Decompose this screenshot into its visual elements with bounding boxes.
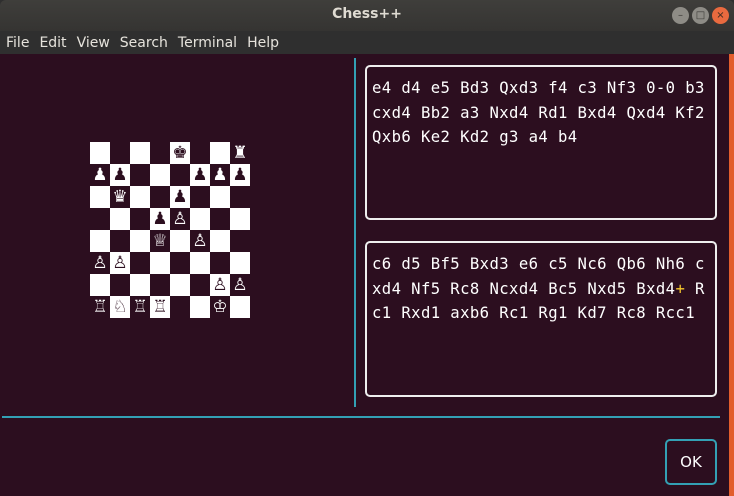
square-f4[interactable]: ♙	[190, 230, 210, 252]
square-e3[interactable]	[170, 252, 190, 274]
square-f3[interactable]	[190, 252, 210, 274]
menu-edit[interactable]: Edit	[39, 35, 66, 51]
square-c3[interactable]	[130, 252, 150, 274]
square-h2[interactable]: ♙	[230, 274, 250, 296]
square-b6[interactable]: ♛	[110, 186, 130, 208]
square-c4[interactable]	[130, 230, 150, 252]
minimize-icon[interactable]: –	[672, 7, 689, 24]
square-d3[interactable]	[150, 252, 170, 274]
square-b1[interactable]: ♘	[110, 296, 130, 318]
square-h3[interactable]	[230, 252, 250, 274]
square-d2[interactable]	[150, 274, 170, 296]
square-a7[interactable]: ♟	[90, 164, 110, 186]
check-mark: +	[675, 279, 686, 298]
square-e6[interactable]: ♟	[170, 186, 190, 208]
square-g6[interactable]	[210, 186, 230, 208]
menu-file[interactable]: File	[6, 35, 29, 51]
square-e4[interactable]	[170, 230, 190, 252]
square-g7[interactable]: ♟	[210, 164, 230, 186]
square-c1[interactable]: ♖	[130, 296, 150, 318]
square-h1[interactable]	[230, 296, 250, 318]
square-g5[interactable]	[210, 208, 230, 230]
square-a8[interactable]	[90, 142, 110, 164]
square-a3[interactable]: ♙	[90, 252, 110, 274]
ok-button[interactable]: OK	[665, 439, 717, 485]
square-c7[interactable]	[130, 164, 150, 186]
square-e7[interactable]	[170, 164, 190, 186]
white-moves-text: e4 d4 e5 Bd3 Qxd3 f4 c3 Nf3 0-0 b3 cxd4 …	[372, 79, 705, 146]
square-a5[interactable]	[90, 208, 110, 230]
chess-board: ♚ ♜ ♟ ♟ ♟ ♟ ♟ ♛ ♟ ♟ ♙ ♕ ♙ ♙ ♙ ♙ ♙ ♖ ♘ ♖ ♖ ♔	[90, 142, 250, 318]
square-c8[interactable]	[130, 142, 150, 164]
horizontal-divider	[2, 416, 720, 418]
square-c6[interactable]	[130, 186, 150, 208]
square-d6[interactable]	[150, 186, 170, 208]
square-c5[interactable]	[130, 208, 150, 230]
square-b2[interactable]	[110, 274, 130, 296]
square-g2[interactable]: ♙	[210, 274, 230, 296]
square-c2[interactable]	[130, 274, 150, 296]
square-f6[interactable]	[190, 186, 210, 208]
square-g1[interactable]: ♔	[210, 296, 230, 318]
square-b7[interactable]: ♟	[110, 164, 130, 186]
square-f7[interactable]: ♟	[190, 164, 210, 186]
square-d7[interactable]	[150, 164, 170, 186]
maximize-icon[interactable]: □	[692, 7, 709, 24]
square-d8[interactable]	[150, 142, 170, 164]
square-d5[interactable]: ♟	[150, 208, 170, 230]
square-d1[interactable]: ♖	[150, 296, 170, 318]
square-f1[interactable]	[190, 296, 210, 318]
square-a2[interactable]	[90, 274, 110, 296]
title-bar: Chess++ – □ ×	[0, 0, 734, 31]
square-a1[interactable]: ♖	[90, 296, 110, 318]
square-f2[interactable]	[190, 274, 210, 296]
window-title: Chess++	[332, 6, 402, 22]
square-f5[interactable]	[190, 208, 210, 230]
square-g3[interactable]	[210, 252, 230, 274]
black-moves-box: c6 d5 Bf5 Bxd3 e6 c5 Nc6 Qb6 Nh6 cxd4 Nf…	[365, 241, 717, 397]
square-h4[interactable]	[230, 230, 250, 252]
square-b4[interactable]	[110, 230, 130, 252]
menu-view[interactable]: View	[77, 35, 110, 51]
square-h6[interactable]	[230, 186, 250, 208]
square-h8[interactable]: ♜	[230, 142, 250, 164]
square-h5[interactable]	[230, 208, 250, 230]
menu-help[interactable]: Help	[247, 35, 279, 51]
window-edge	[729, 54, 734, 496]
square-f8[interactable]	[190, 142, 210, 164]
square-e8[interactable]: ♚	[170, 142, 190, 164]
square-d4[interactable]: ♕	[150, 230, 170, 252]
square-a6[interactable]	[90, 186, 110, 208]
square-a4[interactable]	[90, 230, 110, 252]
menu-bar: File Edit View Search Terminal Help	[0, 31, 734, 54]
terminal-content: ♚ ♜ ♟ ♟ ♟ ♟ ♟ ♛ ♟ ♟ ♙ ♕ ♙ ♙ ♙ ♙ ♙ ♖ ♘ ♖ ♖ ♔ e4 d4 e5 Bd3 Qxd3…	[0, 54, 729, 496]
square-e5[interactable]: ♙	[170, 208, 190, 230]
square-b5[interactable]	[110, 208, 130, 230]
menu-terminal[interactable]: Terminal	[178, 35, 237, 51]
square-h7[interactable]: ♟	[230, 164, 250, 186]
black-moves-text-1: c6 d5 Bf5 Bxd3 e6 c5 Nc6 Qb6 Nh6 cxd4 Nf…	[372, 255, 705, 298]
vertical-divider	[354, 58, 356, 407]
square-b3[interactable]: ♙	[110, 252, 130, 274]
close-icon[interactable]: ×	[712, 7, 729, 24]
square-e2[interactable]	[170, 274, 190, 296]
square-g4[interactable]	[210, 230, 230, 252]
square-b8[interactable]	[110, 142, 130, 164]
square-g8[interactable]	[210, 142, 230, 164]
menu-search[interactable]: Search	[120, 35, 168, 51]
square-e1[interactable]	[170, 296, 190, 318]
white-moves-box: e4 d4 e5 Bd3 Qxd3 f4 c3 Nf3 0-0 b3 cxd4 …	[365, 65, 717, 220]
